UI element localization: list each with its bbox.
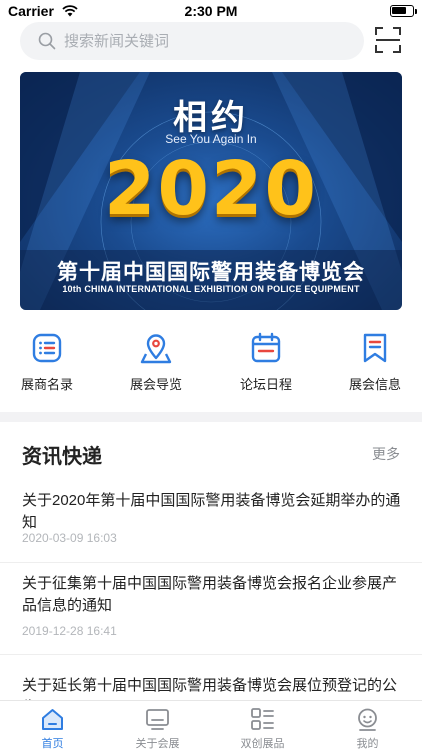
battery-icon	[390, 5, 414, 17]
tab-profile[interactable]: 我的	[315, 701, 420, 750]
banner-event-cn: 第十届中国国际警用装备博览会	[57, 261, 365, 284]
tab-about[interactable]: 关于会展	[105, 701, 210, 750]
news-date: 2019-12-28 16:41	[22, 624, 117, 638]
battery-cap	[415, 9, 417, 14]
banner-event-en: 10th CHINA INTERNATIONAL EXHIBITION ON P…	[62, 284, 360, 294]
banner-year: 2020	[104, 146, 318, 232]
banner-subline: See You Again In	[165, 132, 257, 146]
map-pin-icon	[140, 334, 172, 364]
status-bar: Carrier 2:30 PM	[0, 0, 422, 22]
menu-item-exhibitors[interactable]: 展商名录	[12, 330, 82, 396]
search-bar[interactable]	[20, 22, 364, 60]
section-divider	[0, 412, 422, 422]
menu-label: 论坛日程	[239, 377, 292, 392]
tab-label: 双创展品	[240, 738, 285, 750]
tab-bar: 首页 关于会展 双创展品 我的	[0, 700, 422, 750]
home-icon	[42, 709, 63, 730]
monitor-icon	[146, 709, 169, 730]
news-item[interactable]: 关于2020年第十届中国国际警用装备博览会延期举办的通知 2020-03-09 …	[0, 482, 422, 563]
news-item[interactable]: 关于延长第十届中国国际警用装备博览会展位预登记的公告	[0, 655, 422, 716]
menu-item-guide[interactable]: 展会导览	[121, 330, 191, 396]
search-input[interactable]	[64, 22, 344, 60]
news-title: 关于征集第十届中国国际警用装备博览会报名企业参展产品信息的通知	[22, 575, 398, 614]
menu-label: 展商名录	[20, 377, 73, 392]
menu-item-forum[interactable]: 论坛日程	[231, 330, 301, 396]
menu-item-info[interactable]: 展会信息	[340, 330, 410, 396]
quick-menu: 展商名录 展会导览 论坛日程 展会信息	[0, 330, 422, 400]
news-section-title: 资讯快递	[22, 446, 102, 468]
search-icon	[38, 32, 56, 50]
scan-icon[interactable]	[375, 27, 401, 53]
event-banner[interactable]: 相约 See You Again In 2020 第十届中国国际警用装备博览会 …	[20, 72, 402, 310]
news-item[interactable]: 关于征集第十届中国国际警用装备博览会报名企业参展产品信息的通知 2019-12-…	[0, 563, 422, 655]
news-header: 资讯快递 更多	[0, 422, 422, 482]
bookmark-icon	[363, 333, 387, 363]
menu-label: 展会信息	[348, 377, 401, 392]
news-title: 关于2020年第十届中国国际警用装备博览会延期举办的通知	[22, 492, 401, 531]
tab-products[interactable]: 双创展品	[210, 701, 315, 750]
calendar-icon	[251, 332, 281, 363]
user-icon	[358, 708, 377, 731]
grid-icon	[251, 708, 274, 730]
tab-label: 首页	[41, 738, 64, 750]
list-icon	[32, 333, 62, 363]
tab-home[interactable]: 首页	[0, 701, 105, 750]
tab-label: 关于会展	[135, 738, 180, 750]
clock: 2:30 PM	[184, 3, 238, 19]
more-link[interactable]: 更多	[372, 444, 400, 464]
news-date: 2020-03-09 16:03	[22, 531, 117, 545]
menu-label: 展会导览	[129, 377, 182, 392]
tab-label: 我的	[356, 738, 379, 750]
